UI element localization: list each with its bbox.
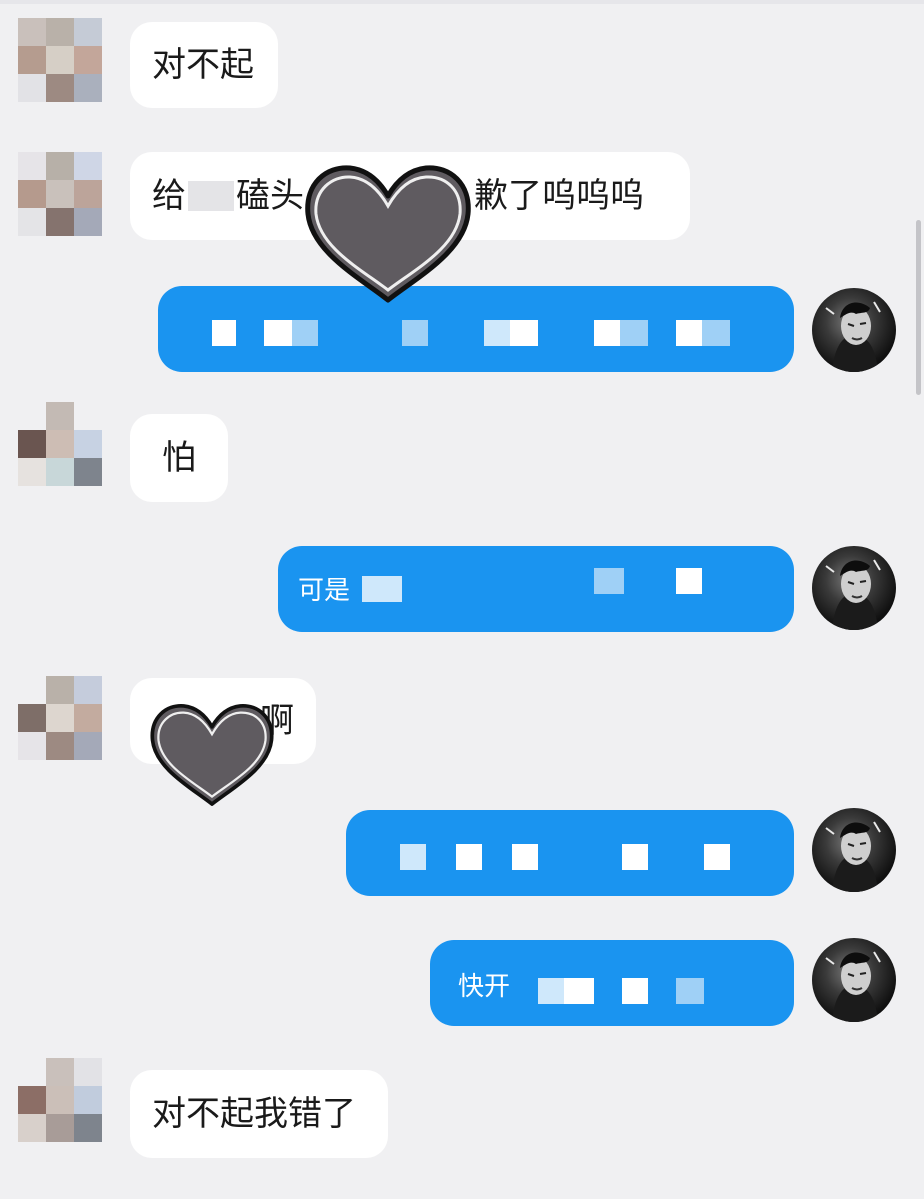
pixelated-text [212,320,236,346]
avatar-portrait-icon [825,301,881,372]
heart-sticker-icon [150,704,274,806]
message-bubble-outgoing[interactable]: 快开 [430,940,794,1026]
scrollbar[interactable] [916,220,921,395]
message-text: 对不起我错了 [152,1094,356,1134]
pixelated-text [702,320,730,346]
pixelated-text [622,978,648,1004]
message-row-incoming: 啊 [0,676,924,776]
message-bubble-outgoing[interactable]: 可是 [278,546,794,632]
message-text-part: 给 [152,176,186,216]
pixelated-text [362,576,402,602]
pixelated-text [704,844,730,870]
pixelated-text [594,568,624,594]
message-text-part: 歉了呜呜呜 [474,176,644,216]
contact-avatar[interactable] [18,152,102,236]
pixelated-text [538,978,564,1004]
message-row-outgoing [0,806,924,906]
pixelated-text [400,844,426,870]
pixelated-text [510,320,538,346]
message-bubble[interactable]: 怕 [130,414,228,502]
self-avatar[interactable] [812,288,896,372]
pixelated-text [564,978,594,1004]
self-avatar[interactable] [812,808,896,892]
contact-avatar[interactable] [18,402,102,486]
pixelated-text [512,844,538,870]
message-bubble-outgoing[interactable] [346,810,794,896]
pixelated-text [676,320,702,346]
pixelated-text [594,320,620,346]
top-edge [0,0,924,4]
message-row-outgoing: 快开 [0,936,924,1036]
message-text: 可是 [298,576,351,606]
message-row-incoming: 对不起 [0,18,924,108]
pixelated-text [676,978,704,1004]
message-text: 快开 [458,972,511,1002]
contact-avatar[interactable] [18,18,102,102]
self-avatar[interactable] [812,938,896,1022]
pixelated-text [456,844,482,870]
message-row-outgoing: 可是 [0,544,924,644]
pixelated-text [676,568,702,594]
message-text-part: 磕头 [236,176,304,216]
pixelated-text [622,844,648,870]
contact-avatar[interactable] [18,676,102,760]
contact-avatar[interactable] [18,1058,102,1142]
avatar-portrait-icon [825,951,881,1022]
pixelated-text [484,320,510,346]
pixelated-text [292,320,318,346]
pixelated-text [402,320,428,346]
pixelated-text [620,320,648,346]
avatar-portrait-icon [825,559,881,630]
heart-sticker-icon [305,165,471,303]
message-text: 对不起 [152,45,254,85]
message-bubble-outgoing[interactable] [158,286,794,372]
self-avatar[interactable] [812,546,896,630]
pixelated-text [264,320,292,346]
message-row-incoming: 对不起我错了 [0,1058,924,1168]
message-text: 怕 [162,438,196,478]
message-row-incoming: 怕 [0,402,924,512]
redaction-block [188,181,234,211]
message-bubble[interactable]: 对不起我错了 [130,1070,388,1158]
message-bubble[interactable]: 对不起 [130,22,278,108]
avatar-portrait-icon [825,821,881,892]
